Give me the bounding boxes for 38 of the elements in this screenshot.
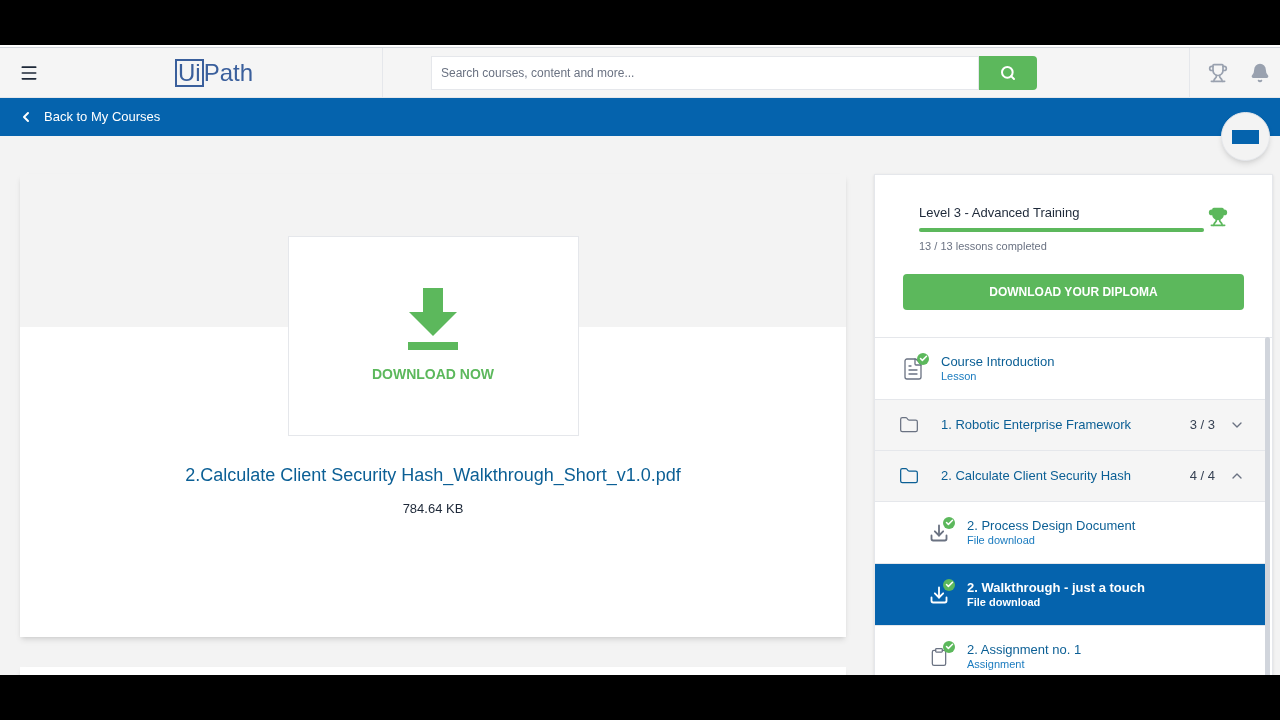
document-icon	[901, 356, 925, 381]
download-icon	[929, 522, 949, 543]
section-count: 4 / 4	[1189, 467, 1215, 486]
clipboard-icon	[929, 646, 949, 667]
section-header[interactable]: 2. Calculate Client Security Hash 4 / 4	[875, 451, 1265, 502]
lesson-type: Lesson	[941, 369, 978, 384]
back-link[interactable]: Back to My Courses	[18, 107, 161, 127]
progress-text: 13 / 13 lessons completed	[919, 238, 1048, 254]
lesson-item[interactable]: 2. Walkthrough - just a touch File download	[875, 564, 1265, 626]
lesson-item[interactable]: Course Introduction Lesson	[875, 338, 1265, 400]
lesson-title: 2. Walkthrough - just a touch	[967, 579, 1145, 596]
lesson-type: Assignment	[967, 657, 1026, 672]
trophy-icon[interactable]	[1208, 62, 1228, 83]
download-icon	[407, 287, 459, 352]
section-header[interactable]: 1. Robotic Enterprise Framework 3 / 3	[875, 400, 1265, 451]
search-icon	[1000, 64, 1016, 81]
file-size: 784.64 KB	[402, 500, 464, 518]
bell-icon[interactable]	[1250, 62, 1270, 83]
folder-icon	[899, 415, 919, 435]
file-name-link[interactable]: 2.Calculate Client Security Hash_Walkthrough_Short_v1.0.pdf	[185, 462, 681, 489]
scrollbar[interactable]	[1265, 337, 1270, 675]
search-field[interactable]: Search courses, content and more...	[431, 55, 979, 90]
section-title: 1. Robotic Enterprise Framework	[941, 416, 1132, 435]
rectangle-icon	[1232, 129, 1259, 144]
lesson-type: File download	[967, 533, 1036, 548]
search-button[interactable]	[979, 55, 1037, 90]
lesson-title: 2. Process Design Document	[967, 517, 1136, 534]
logo[interactable]: Ui Path	[175, 58, 254, 87]
lesson-type: File download	[967, 595, 1042, 610]
download-icon	[929, 584, 949, 605]
folder-icon	[899, 466, 919, 486]
lesson-title: Course Introduction	[941, 353, 1055, 370]
section-count: 3 / 3	[1189, 416, 1215, 435]
trophy-icon	[1208, 207, 1228, 228]
section-title: 2. Calculate Client Security Hash	[941, 467, 1133, 486]
lesson-title: 2. Assignment no. 1	[967, 641, 1082, 658]
lesson-item[interactable]: 2. Process Design Document File download	[875, 502, 1265, 564]
course-title: Level 3 - Advanced Training	[919, 204, 1081, 222]
